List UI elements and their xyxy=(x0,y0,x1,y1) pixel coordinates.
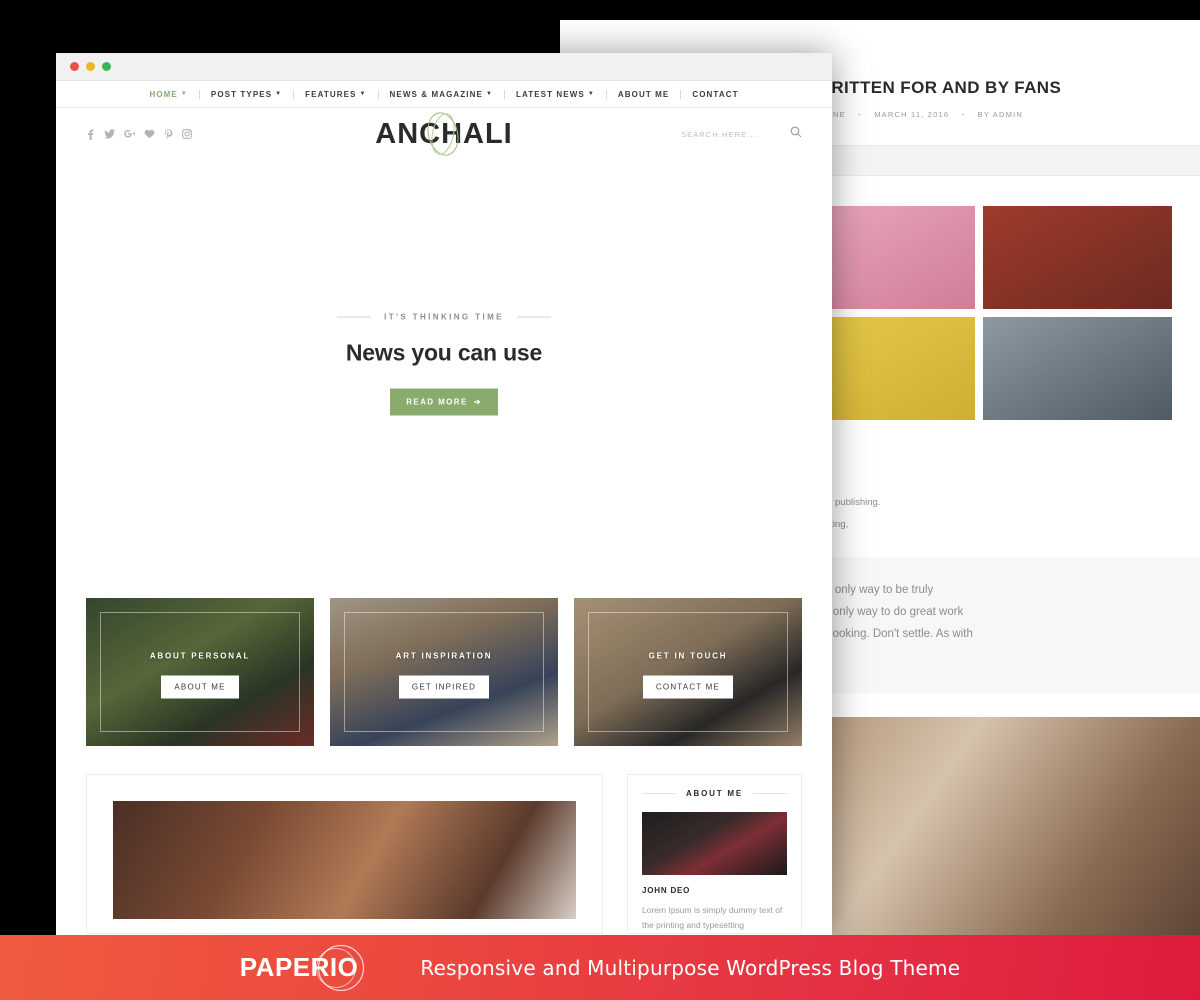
chevron-down-icon: ▼ xyxy=(485,91,493,98)
google-plus-icon[interactable] xyxy=(124,129,135,139)
meta-separator-1: • xyxy=(858,110,862,119)
window-titlebar xyxy=(56,53,832,81)
gallery-item[interactable] xyxy=(982,317,1172,420)
promo-button[interactable]: ABOUT ME xyxy=(161,675,239,699)
paperio-logo: PAPERIO xyxy=(240,944,365,991)
nav-item-about-me[interactable]: ABOUT ME xyxy=(607,90,680,99)
nav-item-post-types[interactable]: POST TYPES ▼ xyxy=(200,90,293,99)
post-thumbnail xyxy=(113,801,576,919)
nav-item-features[interactable]: FEATURES ▼ xyxy=(294,90,377,99)
chevron-down-icon: ▼ xyxy=(359,91,367,98)
nav-item-home[interactable]: HOME ▼ xyxy=(138,90,198,99)
arrow-right-icon: ➔ xyxy=(473,397,482,407)
brand-bar: ANCHALI SEARCH HERE.... xyxy=(56,108,832,160)
read-more-label: READ MORE xyxy=(406,397,468,407)
heart-icon[interactable] xyxy=(144,129,155,139)
promo-card-get-in-touch[interactable]: GET IN TOUCH CONTACT ME xyxy=(574,598,802,746)
author-avatar xyxy=(642,812,787,875)
kicker-rule-left xyxy=(337,316,371,318)
promo-content: ART INSPIRATION GET INPIRED xyxy=(330,646,558,699)
nav-label: NEWS & MAGAZINE xyxy=(389,89,483,99)
promo-label: ABOUT PERSONAL xyxy=(149,651,251,661)
pinterest-icon[interactable] xyxy=(164,129,173,140)
promo-label: ART INSPIRATION xyxy=(395,651,493,661)
foreground-browser-window[interactable]: HOME ▼ POST TYPES ▼ FEATURES ▼ NEWS & MAGAZ… xyxy=(56,53,832,943)
search-box[interactable]: SEARCH HERE.... xyxy=(681,125,802,143)
logo-text: ANCHALI xyxy=(375,117,513,150)
author-bio: Lorem Ipsum is simply dummy text of the … xyxy=(642,905,783,930)
promo-label: GET IN TOUCH xyxy=(648,651,728,661)
meta-separator-2: • xyxy=(961,110,966,119)
latest-post-card[interactable] xyxy=(86,774,603,934)
widget-rule-right xyxy=(753,793,788,794)
promo-content: ABOUT PERSONAL ABOUT ME xyxy=(86,646,314,699)
hero-caption-card: IT'S THINKING TIME News you can use READ… xyxy=(284,272,604,460)
lower-content-area: ABOUT ME JOHN DEO Lorem Ipsum is simply … xyxy=(86,774,802,934)
nav-list: HOME ▼ POST TYPES ▼ FEATURES ▼ NEWS & MAGAZ… xyxy=(138,89,749,99)
close-icon[interactable] xyxy=(70,62,79,71)
nav-item-latest-news[interactable]: LATEST NEWS ▼ xyxy=(505,90,606,99)
avatar-image xyxy=(642,812,787,875)
minimize-icon[interactable] xyxy=(86,62,95,71)
chevron-down-icon: ▼ xyxy=(587,91,595,98)
chevron-down-icon: ▼ xyxy=(275,91,283,98)
widget-header: ABOUT ME xyxy=(642,789,788,798)
kicker-rule-right xyxy=(517,316,551,318)
facebook-icon[interactable] xyxy=(86,129,95,140)
meta-date: MARCH 11, 2016 xyxy=(874,110,950,119)
logo-ring-secondary-icon xyxy=(428,111,459,157)
instagram-icon[interactable] xyxy=(182,129,192,139)
widget-title: ABOUT ME xyxy=(685,789,744,798)
social-links xyxy=(86,129,192,140)
about-me-widget: ABOUT ME JOHN DEO Lorem Ipsum is simply … xyxy=(627,774,802,934)
promo-button[interactable]: GET INPIRED xyxy=(398,675,490,699)
logo-inner: ANCHALI xyxy=(375,109,513,159)
nav-label: LATEST NEWS xyxy=(515,89,585,99)
banner-tagline: Responsive and Multipurpose WordPress Bl… xyxy=(420,955,961,980)
main-navigation: HOME ▼ POST TYPES ▼ FEATURES ▼ NEWS & MAGAZ… xyxy=(56,81,832,108)
hero-kicker: IT'S THINKING TIME xyxy=(384,312,504,322)
nav-label: POST TYPES xyxy=(210,89,273,99)
nav-label: HOME xyxy=(149,89,178,99)
chevron-down-icon: ▼ xyxy=(180,91,188,98)
gallery-image xyxy=(982,317,1172,420)
logo-ring-icon xyxy=(423,109,464,159)
promo-button[interactable]: CONTACT ME xyxy=(642,675,734,699)
search-input[interactable]: SEARCH HERE.... xyxy=(681,130,760,139)
slider-dot-2[interactable] xyxy=(433,557,455,560)
paperio-ring-secondary-icon xyxy=(316,947,357,988)
author-name: JOHN DEO xyxy=(642,886,691,895)
twitter-icon[interactable] xyxy=(104,129,115,139)
hero-title: News you can use xyxy=(345,339,543,366)
nav-item-news-magazine[interactable]: NEWS & MAGAZINE ▼ xyxy=(379,90,504,99)
read-more-button[interactable]: READ MORE ➔ xyxy=(390,388,498,416)
promo-card-about-personal[interactable]: ABOUT PERSONAL ABOUT ME xyxy=(86,598,314,746)
promo-content: GET IN TOUCH CONTACT ME xyxy=(574,646,802,699)
promo-card-art-inspiration[interactable]: ART INSPIRATION GET INPIRED xyxy=(330,598,558,746)
post-image xyxy=(113,801,576,919)
search-icon[interactable] xyxy=(790,125,802,143)
hero-kicker-row: IT'S THINKING TIME xyxy=(304,313,584,322)
hero-slider[interactable]: IT'S THINKING TIME News you can use READ… xyxy=(86,160,802,572)
promo-banner: PAPERIO Responsive and Multipurpose Word… xyxy=(0,935,1200,1000)
hero-slider-pagination[interactable] xyxy=(401,557,487,560)
promo-cards: ABOUT PERSONAL ABOUT ME ART INSPIRATION … xyxy=(86,598,802,746)
nav-label: FEATURES xyxy=(305,89,357,99)
meta-author[interactable]: BY ADMIN xyxy=(978,110,1023,119)
gallery-image xyxy=(982,206,1172,309)
zoom-icon[interactable] xyxy=(102,62,111,71)
gallery-item[interactable] xyxy=(982,206,1172,309)
slider-dot-1[interactable] xyxy=(401,557,423,560)
screenshot-stage: A MAGAZINE WRITTEN FOR AND BY FANS ALL N… xyxy=(0,0,1200,1000)
slider-dot-3[interactable] xyxy=(465,557,487,560)
nav-item-contact[interactable]: CONTACT xyxy=(681,90,749,99)
widget-rule-left xyxy=(642,793,676,794)
